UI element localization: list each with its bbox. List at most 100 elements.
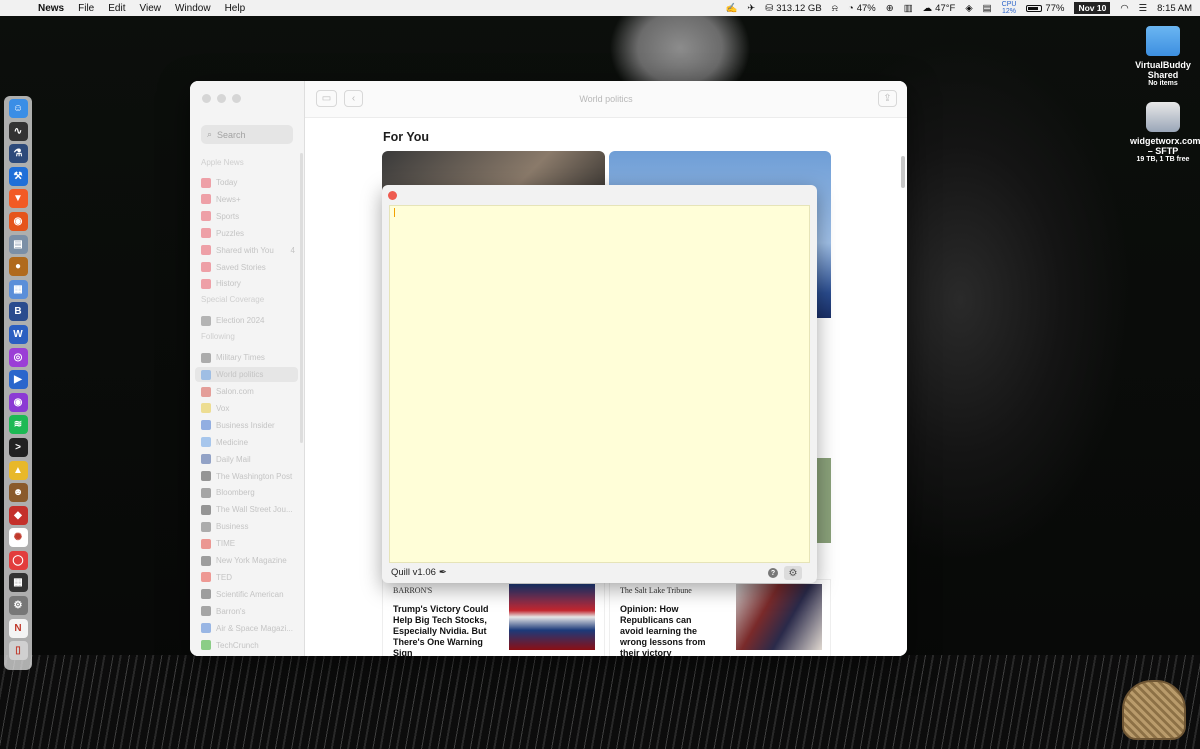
cpu-status[interactable]: CPU 12% bbox=[1002, 1, 1017, 15]
story-card-barrons[interactable]: BARRON'S Trump's Victory Could Help Big … bbox=[382, 579, 605, 656]
quill-text-editor[interactable] bbox=[389, 205, 810, 563]
activity-monitor-icon[interactable]: ∿ bbox=[8, 121, 28, 141]
search-input[interactable]: ⌕ Search bbox=[201, 125, 293, 144]
share-button[interactable]: ⇪ bbox=[878, 90, 897, 107]
sidebar-item[interactable]: Salon.com bbox=[201, 384, 299, 399]
menu-window[interactable]: Window bbox=[175, 3, 211, 14]
sidebar-item[interactable]: World politics bbox=[195, 367, 298, 383]
desktop-volume-sftp[interactable]: widgetworx.com – SFTP 19 TB, 1 TB free bbox=[1130, 102, 1200, 163]
control-center-icon[interactable]: ☰ bbox=[1139, 3, 1148, 14]
person-app-icon[interactable]: ☻ bbox=[8, 483, 28, 503]
date-badge[interactable]: Nov 10 bbox=[1074, 2, 1111, 14]
quill-close-button[interactable] bbox=[388, 191, 397, 200]
menu-help[interactable]: Help bbox=[225, 3, 246, 14]
diamond-icon[interactable]: ◈ bbox=[965, 3, 972, 14]
sidebar-item[interactable]: Sports bbox=[201, 209, 299, 224]
menu-file[interactable]: File bbox=[78, 3, 94, 14]
sidebar-item[interactable]: History bbox=[201, 276, 299, 291]
calculator-icon[interactable]: ▦ bbox=[8, 573, 28, 593]
desktop-folder-virtualbuddy[interactable]: VirtualBuddy Shared No items bbox=[1130, 26, 1196, 87]
sidebar-scrollbar[interactable] bbox=[300, 153, 303, 443]
sidebar-item[interactable]: Military Times bbox=[201, 350, 299, 365]
cpu-ring-status[interactable]: ◔ 47% bbox=[848, 3, 876, 14]
sidebar-item[interactable]: Saved Stories bbox=[201, 260, 299, 275]
sidebar-item-label: History bbox=[216, 279, 241, 289]
sidebar-item[interactable]: Medicine bbox=[201, 435, 299, 450]
terminal-icon[interactable]: > bbox=[8, 437, 28, 457]
zoom-button[interactable] bbox=[232, 94, 241, 103]
spotify-icon[interactable]: ≋ bbox=[8, 415, 28, 435]
sidebar-item[interactable]: Shared with You 4 bbox=[201, 243, 299, 258]
feed-scrollbar[interactable] bbox=[901, 156, 905, 188]
wastebasket-icon[interactable] bbox=[1122, 680, 1186, 740]
story-thumbnail bbox=[509, 584, 595, 650]
brave-icon[interactable]: ▼ bbox=[8, 189, 28, 209]
source-logo-icon bbox=[201, 454, 211, 465]
word-icon[interactable]: W bbox=[8, 324, 28, 344]
sidebar-item[interactable]: Scientific American bbox=[201, 587, 299, 602]
instruments-icon[interactable]: ⚗ bbox=[8, 144, 28, 164]
bell-icon[interactable]: ⍾ bbox=[832, 3, 838, 14]
nova-icon[interactable]: ◎ bbox=[8, 347, 28, 367]
sidebar-item[interactable]: Air & Space Magazi... bbox=[201, 621, 299, 636]
weather-status[interactable]: ☁ 47°F bbox=[923, 3, 956, 14]
disk-status[interactable]: ⛁ 313.12 GB bbox=[765, 3, 821, 14]
sidebar-item[interactable]: The Wall Street Jou... bbox=[201, 502, 299, 517]
clock[interactable]: 8:15 AM bbox=[1157, 3, 1192, 14]
sidebar-item[interactable]: Today bbox=[201, 175, 299, 190]
drive-icon[interactable]: ▲ bbox=[8, 460, 28, 480]
search-icon: ⌕ bbox=[207, 129, 213, 139]
sidebar-item-label: Barron's bbox=[216, 606, 246, 616]
quill-settings-button[interactable]: ⚙ bbox=[784, 566, 802, 580]
acorn-icon[interactable]: ● bbox=[8, 257, 28, 277]
sidebar-item[interactable]: Election 2024 bbox=[201, 313, 299, 328]
clipboard-icon[interactable]: ▤ bbox=[983, 3, 992, 14]
preview-icon[interactable]: ▤ bbox=[8, 234, 28, 254]
minimize-button[interactable] bbox=[217, 94, 226, 103]
sidebar-item[interactable]: Puzzles bbox=[201, 226, 299, 241]
sidebar-item[interactable]: The Washington Post bbox=[201, 469, 299, 484]
sidebar-item[interactable]: Vox bbox=[201, 401, 299, 416]
close-button[interactable] bbox=[202, 94, 211, 103]
dock-trash-icon[interactable]: ▯ bbox=[8, 641, 28, 661]
menu-view[interactable]: View bbox=[139, 3, 161, 14]
wifi-icon[interactable]: ◠ bbox=[1120, 3, 1128, 14]
sidebar-item[interactable]: Daily Mail bbox=[201, 452, 299, 467]
sidebar-item[interactable]: TED bbox=[201, 570, 299, 585]
toolbox-icon[interactable]: ◆ bbox=[8, 505, 28, 525]
sidebar-item[interactable]: Barron's bbox=[201, 604, 299, 619]
xcode-icon[interactable]: ⚒ bbox=[8, 166, 28, 186]
menu-app-name[interactable]: News bbox=[38, 3, 64, 14]
sidebar-item-label: Scientific American bbox=[216, 589, 284, 599]
sidebar-item[interactable]: Business Insider bbox=[201, 418, 299, 433]
sidebar-item[interactable]: News+ bbox=[201, 192, 299, 207]
source-logo-icon bbox=[201, 606, 211, 617]
source-logo-icon bbox=[201, 211, 211, 222]
plane-icon[interactable]: ✈ bbox=[747, 3, 755, 14]
sidebar-item[interactable]: Business bbox=[201, 519, 299, 534]
globe-icon[interactable]: ⊕ bbox=[886, 3, 894, 14]
finder-icon[interactable]: ☺ bbox=[8, 99, 28, 118]
sidebar-item[interactable]: New York Magazine bbox=[201, 553, 299, 568]
lifesaver-icon[interactable]: ◯ bbox=[8, 550, 28, 570]
news-icon[interactable]: N bbox=[8, 618, 28, 638]
sidebar-item[interactable]: Bloomberg bbox=[201, 485, 299, 500]
calendar-app-icon[interactable]: ▦ bbox=[8, 279, 28, 299]
quill-help-button[interactable]: ? bbox=[768, 568, 778, 578]
sidebar-item-label: Business Insider bbox=[216, 420, 275, 430]
firefox-icon[interactable]: ◉ bbox=[8, 211, 28, 231]
settings-icon[interactable]: ⚙ bbox=[8, 596, 28, 616]
signature-icon[interactable]: ✍ bbox=[725, 3, 737, 14]
source-logo-icon bbox=[201, 386, 211, 397]
sidebar-item[interactable]: TechCrunch bbox=[201, 638, 299, 653]
quicktime-icon[interactable]: ▶ bbox=[8, 370, 28, 390]
story-card-tribune[interactable]: The Salt Lake Tribune Opinion: How Repub… bbox=[609, 579, 831, 656]
podcasts-icon[interactable]: ◉ bbox=[8, 392, 28, 412]
menu-edit[interactable]: Edit bbox=[108, 3, 125, 14]
bbedit-icon[interactable]: B bbox=[8, 302, 28, 322]
battery-status[interactable]: 77% bbox=[1026, 3, 1064, 14]
chatgpt-icon[interactable]: ✺ bbox=[8, 528, 28, 548]
sidebar-item[interactable]: TIME bbox=[201, 536, 299, 551]
window-title: World politics bbox=[579, 94, 633, 104]
trash-menu-icon[interactable]: ▥ bbox=[904, 3, 913, 14]
